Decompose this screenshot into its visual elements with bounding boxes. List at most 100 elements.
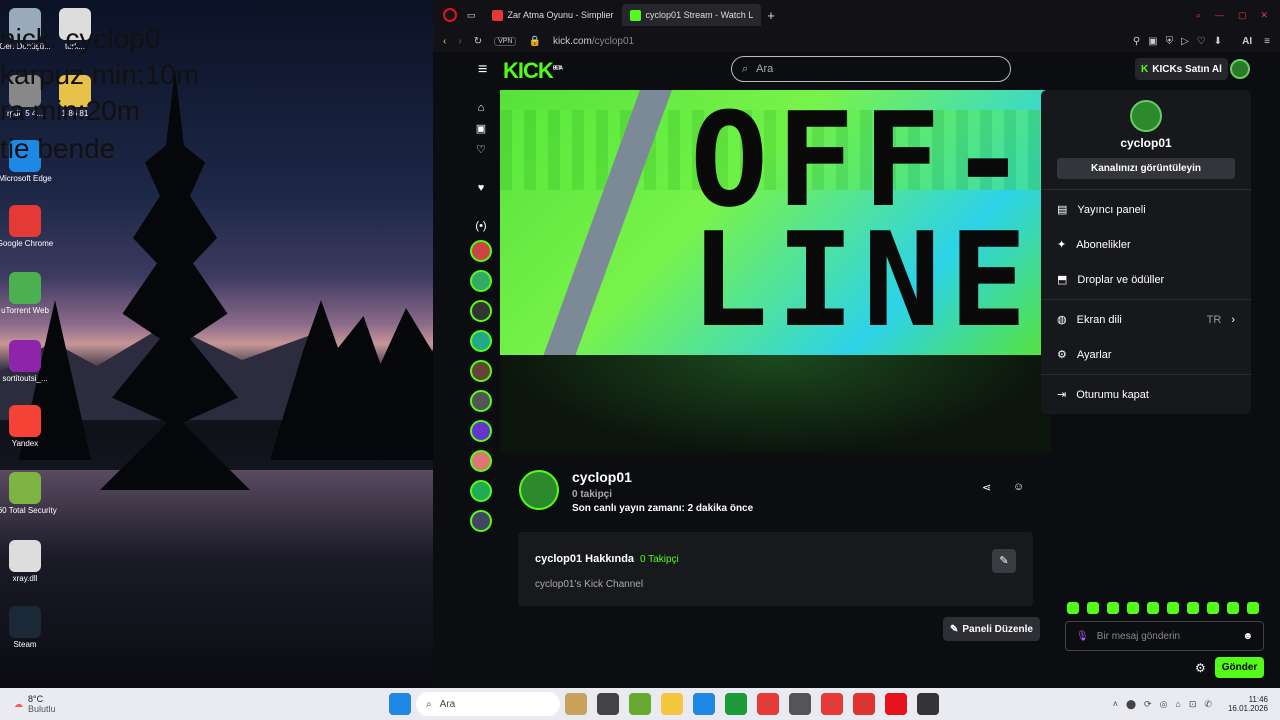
follow-user-icon[interactable]: ☺	[1013, 481, 1024, 493]
user-avatar[interactable]	[1230, 59, 1250, 79]
tab-zar-atma[interactable]: Zar Atma Oyunu - Simplier	[484, 4, 622, 26]
followed-channel-avatar[interactable]	[470, 450, 492, 472]
menu-divider	[1041, 374, 1251, 375]
tab-kick[interactable]: cyclop01 Stream - Watch L	[621, 4, 762, 26]
desktop-icon[interactable]: Google Chrome	[0, 205, 60, 248]
menu-item-logout[interactable]: ⇥ Oturumu kapat	[1041, 377, 1251, 412]
followed-channel-avatar[interactable]	[470, 420, 492, 442]
app-icon[interactable]	[917, 693, 939, 715]
followed-channel-avatar[interactable]	[470, 240, 492, 262]
emote-icon[interactable]	[1227, 602, 1239, 614]
app-icon[interactable]	[789, 693, 811, 715]
heart-icon[interactable]: ♡	[476, 143, 486, 156]
menu-item-settings[interactable]: ⚙ Ayarlar	[1041, 337, 1251, 372]
followed-channel-avatar[interactable]	[470, 510, 492, 532]
followed-channel-avatar[interactable]	[470, 330, 492, 352]
channel-name[interactable]: cyclop01	[572, 469, 632, 485]
desktop-icon[interactable]: xray.dll	[0, 540, 60, 583]
maximize-button[interactable]: ▢	[1238, 10, 1247, 21]
search-icon[interactable]: ⌕	[1196, 10, 1201, 21]
url-text[interactable]: kick.com/cyclop01	[553, 36, 634, 47]
explorer-icon[interactable]	[661, 693, 683, 715]
emote-icon[interactable]	[1167, 602, 1179, 614]
chat-settings-icon[interactable]: ⚙	[1195, 661, 1206, 675]
weather-widget[interactable]: ☁ 8°C Bulutlu	[14, 694, 94, 714]
app-icon[interactable]	[629, 693, 651, 715]
emote-icon[interactable]	[1087, 602, 1099, 614]
live-icon[interactable]: (•)	[475, 220, 486, 232]
desktop-icon-label: sortitoutsi_...	[2, 374, 48, 383]
menu-item-language[interactable]: ◍ Ekran dili TR ›	[1041, 302, 1251, 337]
browse-icon[interactable]: ▣	[476, 122, 486, 135]
microphone-icon[interactable]: 🎙	[1076, 631, 1089, 642]
followed-channel-avatar[interactable]	[470, 480, 492, 502]
about-followers: 0 Takipçi	[640, 554, 679, 565]
share-icon[interactable]: ⋖	[982, 481, 991, 494]
followed-channel-avatar[interactable]	[470, 300, 492, 322]
hamburger-icon[interactable]: ≡	[478, 61, 487, 79]
emote-icon[interactable]	[1067, 602, 1079, 614]
edit-about-button[interactable]: ✎	[992, 549, 1016, 573]
menu-item[interactable]: ✦ Abonelikler	[1041, 227, 1251, 262]
tabs-icon[interactable]: ▭	[467, 10, 476, 21]
emote-icon[interactable]	[1147, 602, 1159, 614]
xbox-icon[interactable]	[725, 693, 747, 715]
opera-icon[interactable]	[885, 693, 907, 715]
menu-icon[interactable]: ≡	[1264, 36, 1270, 47]
forward-icon[interactable]: ›	[458, 36, 461, 47]
channel-avatar[interactable]	[519, 470, 559, 510]
desktop-icon[interactable]: 360 Total Security	[0, 472, 60, 515]
menu-item[interactable]: ⬒ Droplar ve ödüller	[1041, 262, 1251, 297]
kick-logo[interactable]: KICKBETA	[503, 58, 563, 84]
desktop-icon[interactable]: Yandex	[0, 405, 60, 448]
taskbar-search[interactable]: ⌕ Ara	[416, 692, 560, 716]
followed-channel-avatar[interactable]	[470, 270, 492, 292]
tray-icons[interactable]: ˄⬤⟳◎⌂⊡✆	[1113, 699, 1220, 710]
toolbar-icons[interactable]: ⚲▣⛨▷♡⬇	[1133, 36, 1230, 47]
ai-button[interactable]: AI	[1242, 36, 1252, 47]
home-icon[interactable]: ⌂	[478, 102, 485, 114]
desktop-icon[interactable]: uTorrent Web	[0, 272, 60, 315]
edge-icon[interactable]	[693, 693, 715, 715]
view-channel-button[interactable]: Kanalınızı görüntüleyin	[1057, 158, 1235, 179]
favorite-icon[interactable]: ♥	[478, 182, 485, 194]
app-icon	[9, 272, 41, 304]
search-input[interactable]: ⌕ Ara	[731, 56, 1011, 82]
desktop-icon-label: Google Chrome	[0, 239, 54, 248]
emote-icon[interactable]	[1187, 602, 1199, 614]
menu-avatar[interactable]	[1130, 100, 1162, 132]
emote-icon[interactable]	[1107, 602, 1119, 614]
reload-icon[interactable]: ↻	[474, 36, 482, 47]
chrome-icon[interactable]	[821, 693, 843, 715]
vpn-badge[interactable]: VPN	[494, 36, 517, 46]
followed-channel-avatar[interactable]	[470, 390, 492, 412]
user-dropdown-menu: cyclop01 Kanalınızı görüntüleyin ▤ Yayınc…	[1041, 90, 1251, 414]
ccleaner-icon[interactable]	[853, 693, 875, 715]
buy-kicks-button[interactable]: K KICKs Satın Al	[1135, 58, 1228, 80]
ardennes-icon[interactable]	[565, 693, 587, 715]
minimize-button[interactable]: —	[1215, 10, 1224, 20]
close-button[interactable]: ✕	[1260, 10, 1268, 21]
emote-icon[interactable]	[1127, 602, 1139, 614]
menu-item[interactable]: ▤ Yayıncı paneli	[1041, 192, 1251, 227]
emoji-icon[interactable]: ☻	[1242, 631, 1253, 642]
opera-icon[interactable]	[443, 8, 457, 22]
edit-panel-button[interactable]: ✎ Paneli Düzenle	[943, 617, 1040, 641]
offline-text: LINE	[690, 204, 1036, 355]
language-value: TR	[1206, 313, 1222, 326]
emote-icon[interactable]	[1247, 602, 1259, 614]
chat-input[interactable]: 🎙 Bir mesaj gönderin ☻	[1065, 621, 1264, 651]
start-button[interactable]	[389, 693, 411, 715]
taskview-icon[interactable]	[597, 693, 619, 715]
new-tab-button[interactable]: +	[767, 8, 775, 23]
send-button[interactable]: Gönder	[1215, 657, 1264, 678]
yandex-icon[interactable]	[757, 693, 779, 715]
desktop-icon[interactable]: sortitoutsi_...	[0, 340, 60, 383]
back-icon[interactable]: ‹	[443, 36, 446, 47]
follower-count: 0 takipçi	[572, 489, 613, 500]
emote-icon[interactable]	[1207, 602, 1219, 614]
app-icon	[9, 205, 41, 237]
followed-channel-avatar[interactable]	[470, 360, 492, 382]
desktop-icon[interactable]: Steam	[0, 606, 60, 649]
clock[interactable]: 11:46 16.01.2026	[1228, 695, 1268, 713]
